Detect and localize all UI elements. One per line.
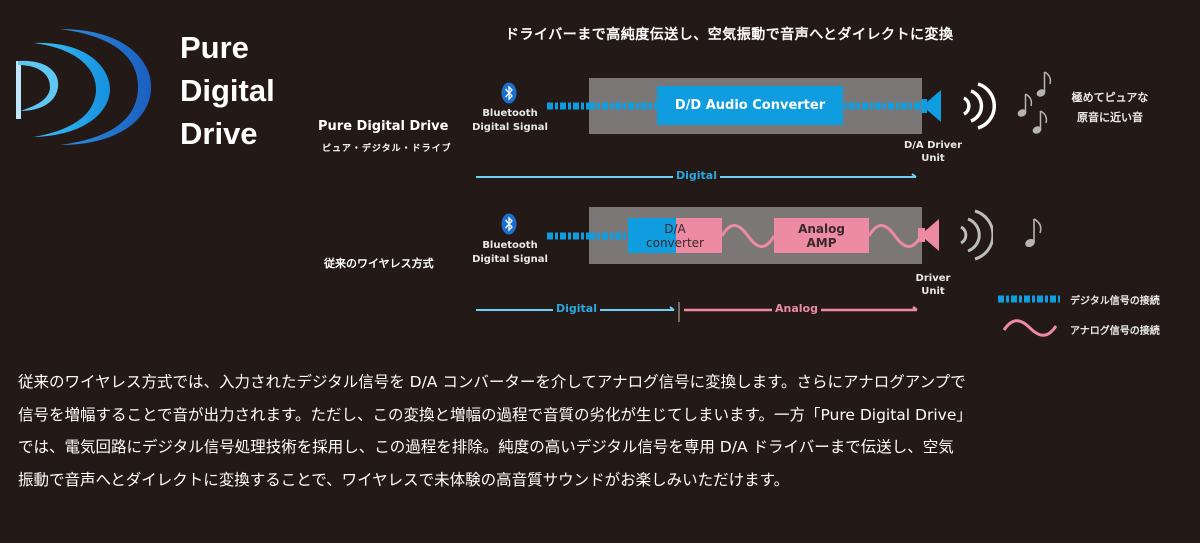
pdd-row-subtitle: ピュア・デジタル・ドライブ — [322, 144, 452, 154]
pdd-row-title: Pure Digital Drive — [318, 119, 449, 134]
label-line: D/A Driver — [903, 140, 963, 151]
paragraph-line: 従来のワイヤレス方式では、入力されたデジタル信号を D/A コンバーターを介して… — [18, 373, 966, 391]
digital-flow-label: Digital — [553, 302, 600, 315]
da-driver-unit-label: D/A Driver Unit — [903, 139, 963, 165]
music-note-icon — [1025, 218, 1042, 248]
label-line: Analog — [798, 221, 845, 236]
bluetooth-source-label: Bluetooth Digital Signal — [470, 107, 550, 135]
label-line: Digital Signal — [472, 122, 548, 133]
bluetooth-icon — [501, 82, 517, 104]
digital-signal-line — [589, 232, 629, 240]
bluetooth-icon — [501, 213, 517, 235]
analog-amp-block: Analog AMP — [774, 218, 869, 253]
signal-flow-arrows — [476, 302, 918, 322]
label-line: Bluetooth — [482, 240, 538, 251]
sound-waves-icon — [960, 209, 993, 261]
label-line: Digital Signal — [472, 254, 548, 265]
logo-wordmark: Pure Digital Drive — [180, 26, 275, 155]
speaker-icon — [921, 90, 941, 122]
description-paragraph: 従来のワイヤレス方式では、入力されたデジタル信号を D/A コンバーターを介して… — [18, 366, 1188, 496]
analog-signal-wave — [869, 224, 921, 248]
paragraph-line: 信号を増幅することで音が出力されます。ただし、この変換と増幅の過程で音質の劣化が… — [18, 405, 972, 424]
logo-p-stem — [16, 61, 21, 119]
label-line: Unit — [921, 286, 945, 297]
diagram-headline: ドライバーまで高純度伝送し、空気振動で音声へとダイレクトに変換 — [505, 27, 954, 43]
legend-digital-swatch — [998, 295, 1060, 303]
logo-p-bowl — [18, 60, 59, 111]
logo-line: Drive — [180, 116, 258, 151]
paragraph-line: 振動で音声へとダイレクトに変換することで、ワイヤレスで未体験の高音質サウンドがお… — [18, 470, 790, 489]
label-line: D/A — [664, 221, 686, 236]
label-line: converter — [646, 235, 704, 250]
bluetooth-source-label: Bluetooth Digital Signal — [470, 239, 550, 267]
pure-digital-drive-logo-icon — [16, 29, 152, 145]
label-line: Driver — [915, 273, 951, 284]
logo-middle-arc — [34, 42, 110, 137]
music-notes-icon — [1017, 71, 1052, 134]
da-converter-block: D/A converter — [628, 218, 722, 253]
driver-unit-label: Driver Unit — [903, 272, 963, 298]
label-line: Unit — [921, 153, 945, 164]
label-line: AMP — [806, 235, 837, 250]
legend-analog-swatch — [1002, 319, 1058, 337]
legend-analog-label: アナログ信号の接続 — [1070, 326, 1160, 337]
digital-flow-label: Digital — [673, 169, 720, 182]
analog-flow-label: Analog — [772, 302, 821, 315]
paragraph-line: では、電気回路にデジタル信号処理技術を採用し、この過程を排除。純度の高いデジタル… — [18, 438, 954, 456]
sound-waves-icon — [963, 82, 996, 130]
legend-digital-label: デジタル信号の接続 — [1070, 296, 1160, 307]
label-line: Bluetooth — [482, 108, 538, 119]
logo-line: Digital — [180, 73, 275, 108]
pure-sound-caption: 極めてピュアな 原音に近い音 — [1062, 88, 1158, 128]
conventional-row-title: 従来のワイヤレス方式 — [324, 257, 434, 270]
dd-audio-converter-block: D/D Audio Converter — [657, 86, 843, 125]
analog-signal-wave — [722, 224, 774, 248]
caption-line: 原音に近い音 — [1077, 111, 1143, 124]
caption-line: 極めてピュアな — [1071, 91, 1149, 104]
logo-line: Pure — [180, 30, 249, 65]
speaker-icon — [918, 219, 939, 251]
